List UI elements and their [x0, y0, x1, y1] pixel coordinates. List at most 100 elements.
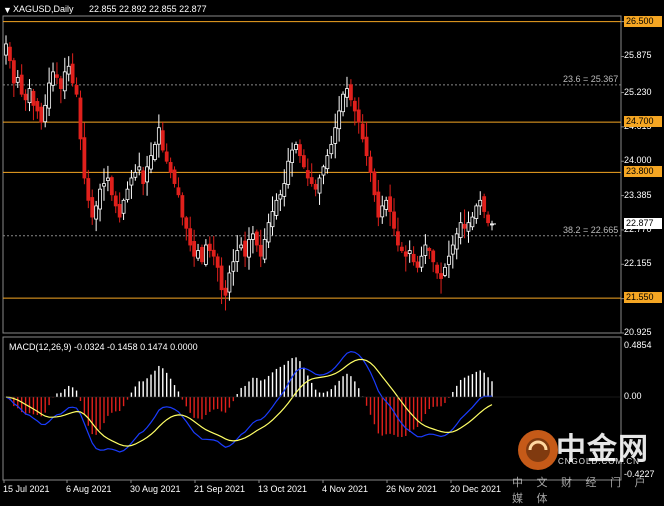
candle-body-down	[223, 287, 228, 296]
candle-body-down	[86, 178, 91, 201]
watermark-url: CNGOLD.COM.CN	[558, 457, 640, 466]
macd-signal-line	[5, 358, 493, 447]
fibonacci-label: 23.6 = 25.367	[563, 73, 619, 84]
candle-body-up	[102, 183, 106, 187]
candle-body-up	[278, 194, 283, 200]
candle-body-up	[47, 82, 52, 109]
candle-body-down	[184, 217, 189, 229]
candle-body-up	[235, 250, 240, 262]
candle-body-down	[360, 123, 365, 140]
candle-body-up	[466, 222, 471, 232]
candle-body-down	[74, 84, 79, 95]
candle-body-down	[211, 249, 216, 257]
candle-body-down	[172, 169, 177, 184]
candle-body-up	[337, 110, 342, 130]
candle-body-down	[117, 203, 122, 218]
price-axis-label: 25.875	[624, 50, 652, 61]
macd-title: MACD(12,26,9) -0.0324 -0.1458 0.1474 0.0…	[9, 342, 198, 352]
time-axis-label: 20 Dec 2021	[450, 484, 502, 494]
price-axis-label: 23.385	[624, 189, 652, 200]
candle-body-up	[145, 166, 149, 183]
candle-body-up	[94, 205, 99, 220]
candle-body-up	[153, 144, 157, 160]
candle-body-up	[266, 222, 271, 243]
price-axis-label: 25.230	[624, 86, 652, 97]
candle-body-up	[443, 266, 447, 276]
candle-body-up	[380, 205, 385, 218]
candle-body-down	[349, 84, 353, 101]
candle-body-down	[39, 106, 44, 123]
candle-body-down	[388, 196, 392, 212]
candle-body-up	[262, 239, 267, 260]
triangle-down-icon[interactable]: ▼	[3, 5, 12, 15]
candle-body-up	[137, 166, 142, 171]
symbol-label: XAGUSD,Daily	[13, 4, 74, 14]
candle-body-down	[215, 256, 220, 268]
candle-body-up	[15, 77, 20, 83]
candle-body-up	[478, 199, 483, 207]
candle-body-down	[368, 156, 373, 173]
candle-body-up	[4, 43, 8, 56]
candle-body-down	[399, 246, 404, 252]
candle-body-up	[321, 166, 326, 176]
level-price-tag: 23.800	[624, 166, 662, 178]
candle-body-down	[8, 46, 12, 62]
candle-body-up	[270, 211, 275, 228]
candle-body-down	[482, 196, 487, 212]
candle-body-down	[427, 248, 432, 252]
candle-body-down	[243, 240, 247, 257]
candle-body-up	[231, 261, 236, 272]
candle-body-down	[11, 60, 16, 84]
candle-body-up	[66, 65, 71, 75]
candle-body-down	[431, 250, 436, 263]
candle-body-up	[325, 155, 330, 170]
chart-window[interactable]: ▼ XAGUSD,Daily 22.855 22.892 22.855 22.8…	[0, 0, 664, 505]
candle-body-up	[345, 88, 349, 98]
candle-body-up	[450, 244, 455, 255]
candle-body-up	[329, 144, 334, 155]
level-price-tag: 24.700	[624, 116, 662, 128]
candle-body-down	[207, 243, 212, 252]
time-axis-label: 30 Aug 2021	[130, 484, 181, 494]
macd-axis-label-zero: 0.00	[624, 391, 642, 401]
candle-body-up	[474, 205, 479, 219]
candle-body-down	[309, 177, 314, 184]
level-price-tag: 26.500	[624, 15, 662, 27]
candle-body-up	[149, 155, 153, 170]
candle-body-down	[254, 231, 259, 246]
candle-body-up	[341, 93, 345, 113]
candle-body-down	[305, 170, 310, 179]
candle-body-down	[113, 195, 118, 207]
candle-body-down	[486, 214, 490, 224]
current-price-tag: 22.877	[624, 217, 662, 229]
candle-body-down	[23, 93, 28, 101]
candle-body-down	[31, 90, 36, 106]
candle-body-up	[196, 250, 200, 259]
candle-body-down	[298, 144, 302, 157]
candle-body-down	[141, 170, 146, 184]
candle-body-down	[392, 211, 396, 229]
candle-body-down	[19, 74, 24, 95]
candle-body-down	[415, 261, 420, 268]
candle-body-down	[168, 162, 173, 173]
time-axis-label: 4 Nov 2021	[322, 484, 369, 494]
candle-body-up	[282, 183, 287, 197]
candle-body-down	[176, 187, 181, 196]
candle-body-down	[82, 137, 87, 179]
candle-body-up	[446, 255, 451, 265]
candle-body-down	[188, 228, 193, 246]
candle-body-down	[403, 251, 408, 257]
candle-body-up	[239, 244, 244, 249]
candle-body-down	[372, 171, 377, 196]
candle-body-up	[286, 160, 291, 185]
candle-body-up	[247, 239, 251, 258]
candle-body-down	[109, 177, 114, 196]
candle-body-down	[160, 130, 165, 151]
time-axis-label: 15 Jul 2021	[3, 484, 50, 494]
candle-body-up	[156, 127, 161, 145]
candle-body-up	[407, 250, 412, 254]
candle-body-up	[470, 216, 475, 228]
price-axis-label: 20.925	[624, 327, 652, 337]
candle-body-up	[203, 244, 208, 265]
candle-body-up	[419, 255, 424, 268]
